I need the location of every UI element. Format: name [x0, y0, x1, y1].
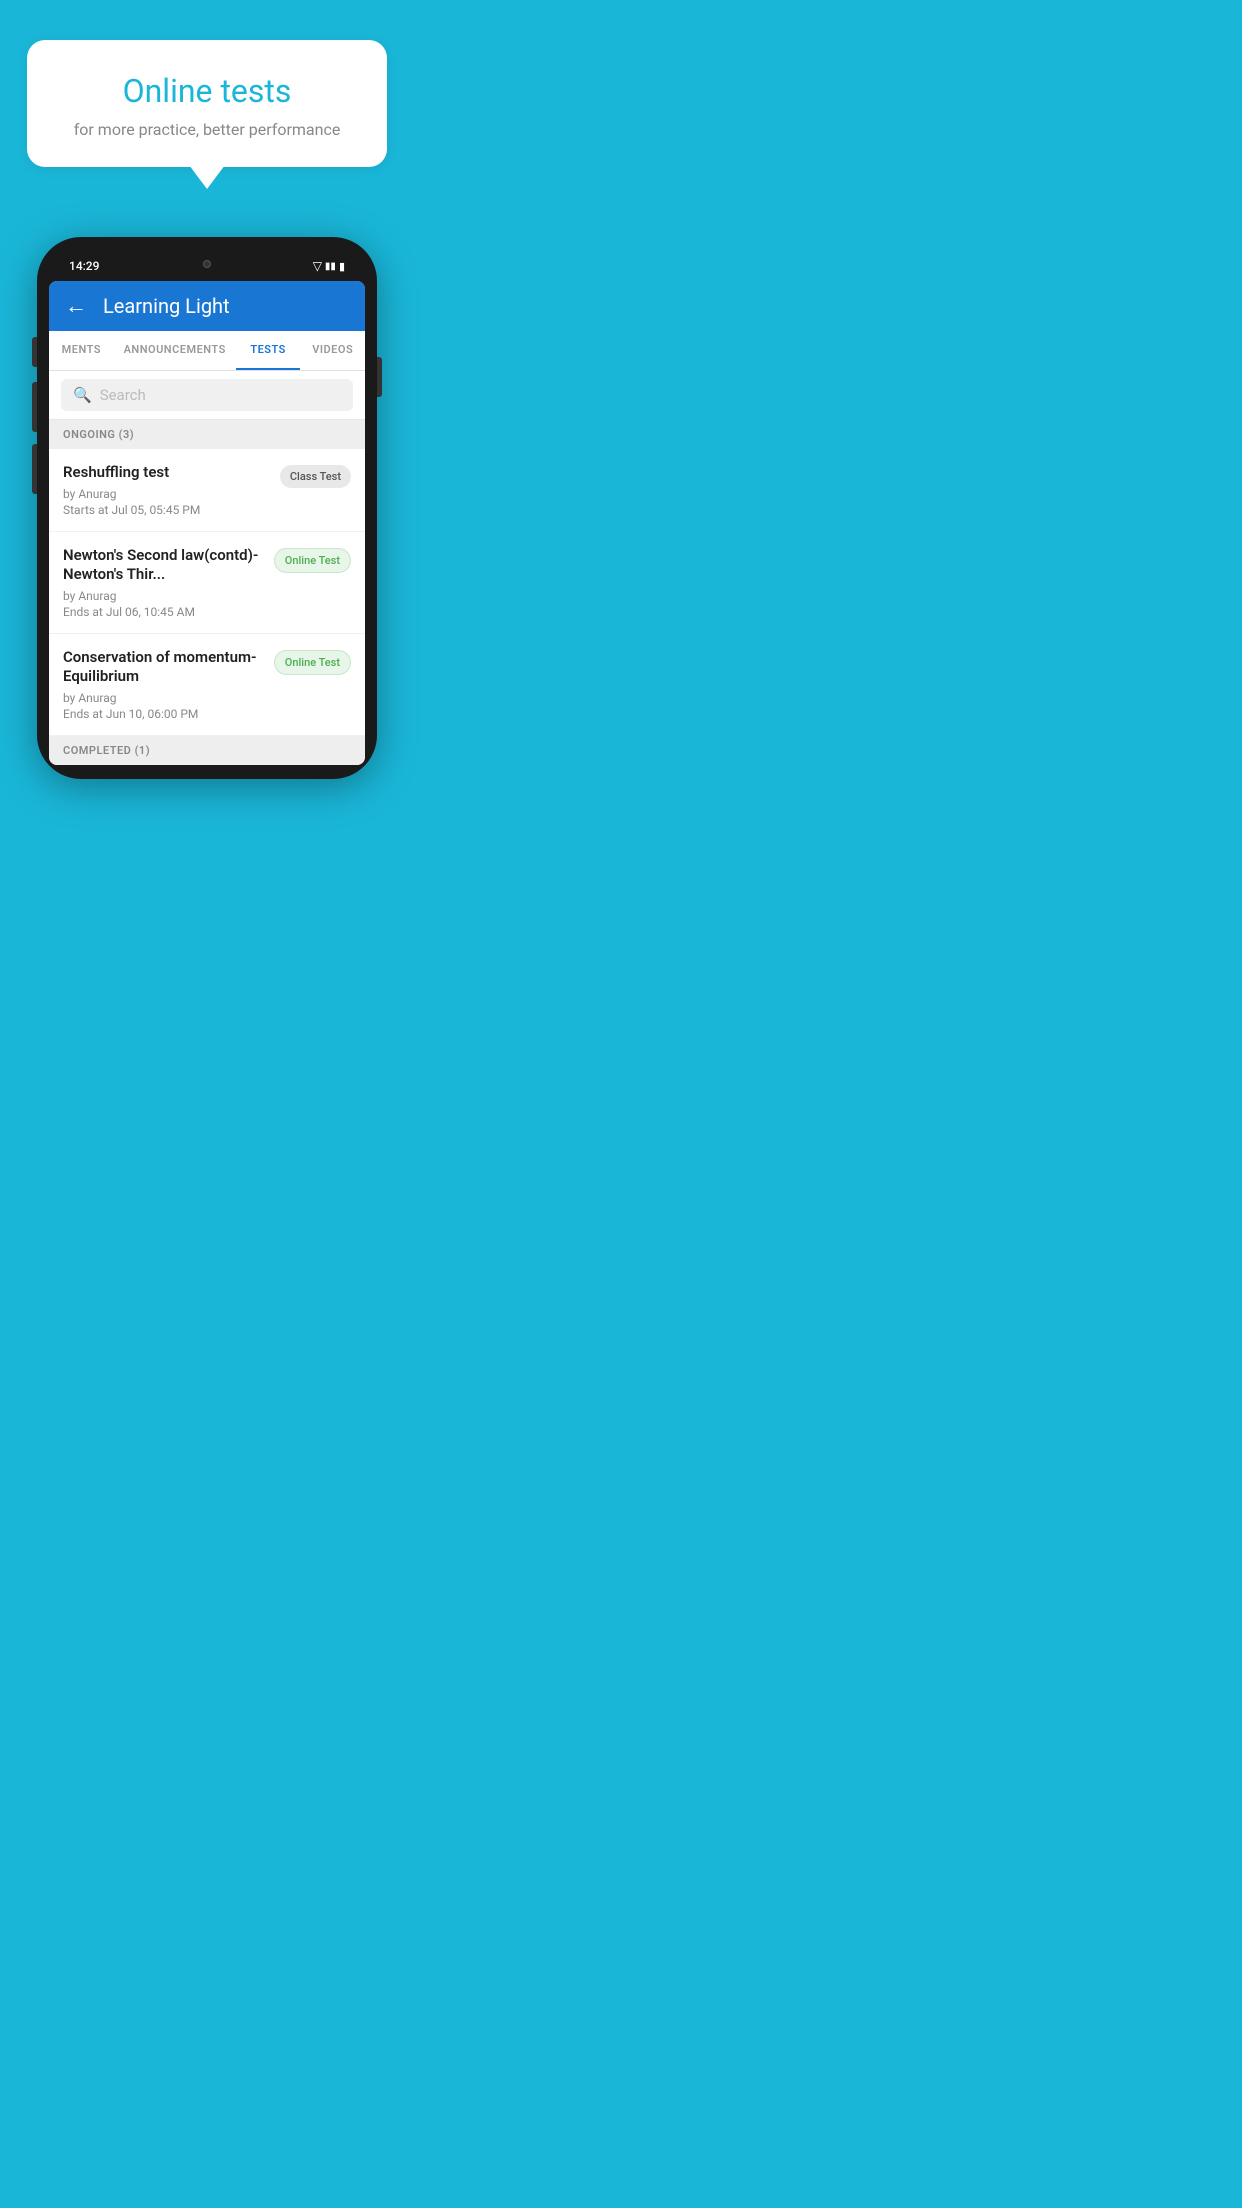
phone-frame: 14:29 ▽ ▮▮ ▮ ← Learning Light MENTS ANNO…: [37, 237, 377, 779]
test-item-1[interactable]: Reshuffling test by Anurag Starts at Jul…: [49, 449, 365, 532]
camera: [203, 260, 211, 268]
test-badge-1: Class Test: [280, 465, 351, 488]
test-author-2: by Anurag: [63, 589, 266, 603]
wifi-icon: ▽: [313, 259, 322, 273]
test-info-3: Conservation of momentum-Equilibrium by …: [63, 648, 266, 721]
back-button[interactable]: ←: [65, 293, 87, 319]
completed-section-header: COMPLETED (1): [49, 736, 365, 765]
test-author-3: by Anurag: [63, 691, 266, 705]
time-label-3: Ends at: [63, 707, 103, 721]
speech-bubble: Online tests for more practice, better p…: [27, 40, 387, 167]
test-title-1: Reshuffling test: [63, 463, 272, 483]
search-bar[interactable]: 🔍 Search: [61, 379, 353, 411]
notch: [167, 251, 247, 277]
test-title-2: Newton's Second law(contd)-Newton's Thir…: [63, 546, 266, 585]
test-info-2: Newton's Second law(contd)-Newton's Thir…: [63, 546, 266, 619]
search-icon: 🔍: [73, 386, 92, 404]
app-title: Learning Light: [103, 294, 230, 318]
test-badge-3: Online Test: [274, 650, 351, 675]
status-icons: ▽ ▮▮ ▮: [313, 259, 345, 273]
phone-mockup: 14:29 ▽ ▮▮ ▮ ← Learning Light MENTS ANNO…: [37, 237, 377, 779]
promo-title: Online tests: [55, 72, 359, 110]
test-item-3[interactable]: Conservation of momentum-Equilibrium by …: [49, 634, 365, 736]
mute-button: [32, 337, 37, 367]
power-button: [377, 357, 382, 397]
time-value-2: Jul 06, 10:45 AM: [106, 605, 195, 619]
status-bar: 14:29 ▽ ▮▮ ▮: [49, 251, 365, 281]
test-time-3: Ends at Jun 10, 06:00 PM: [63, 707, 266, 721]
test-item-2[interactable]: Newton's Second law(contd)-Newton's Thir…: [49, 532, 365, 634]
tab-tests[interactable]: TESTS: [236, 331, 301, 370]
volume-up-button: [32, 382, 37, 432]
tab-videos[interactable]: VIDEOS: [300, 331, 365, 370]
test-title-3: Conservation of momentum-Equilibrium: [63, 648, 266, 687]
signal-icon: ▮▮: [325, 261, 336, 272]
test-author-1: by Anurag: [63, 487, 272, 501]
tab-announcements[interactable]: ANNOUNCEMENTS: [114, 331, 236, 370]
test-info-1: Reshuffling test by Anurag Starts at Jul…: [63, 463, 272, 517]
volume-down-button: [32, 444, 37, 494]
test-time-1: Starts at Jul 05, 05:45 PM: [63, 503, 272, 517]
battery-icon: ▮: [339, 260, 345, 273]
phone-screen: ← Learning Light MENTS ANNOUNCEMENTS TES…: [49, 281, 365, 765]
time-label-2: Ends at: [63, 605, 103, 619]
time-value-3: Jun 10, 06:00 PM: [106, 707, 199, 721]
test-badge-2: Online Test: [274, 548, 351, 573]
ongoing-section-header: ONGOING (3): [49, 420, 365, 449]
tab-ments[interactable]: MENTS: [49, 331, 114, 370]
clock: 14:29: [69, 259, 99, 273]
promo-section: Online tests for more practice, better p…: [0, 0, 414, 187]
time-label-1: Starts at: [63, 503, 109, 517]
app-bar: ← Learning Light: [49, 281, 365, 331]
search-container: 🔍 Search: [49, 371, 365, 420]
time-value-1: Jul 05, 05:45 PM: [111, 503, 200, 517]
promo-subtitle: for more practice, better performance: [55, 120, 359, 139]
tabs-bar: MENTS ANNOUNCEMENTS TESTS VIDEOS: [49, 331, 365, 371]
search-placeholder: Search: [100, 386, 146, 404]
test-time-2: Ends at Jul 06, 10:45 AM: [63, 605, 266, 619]
